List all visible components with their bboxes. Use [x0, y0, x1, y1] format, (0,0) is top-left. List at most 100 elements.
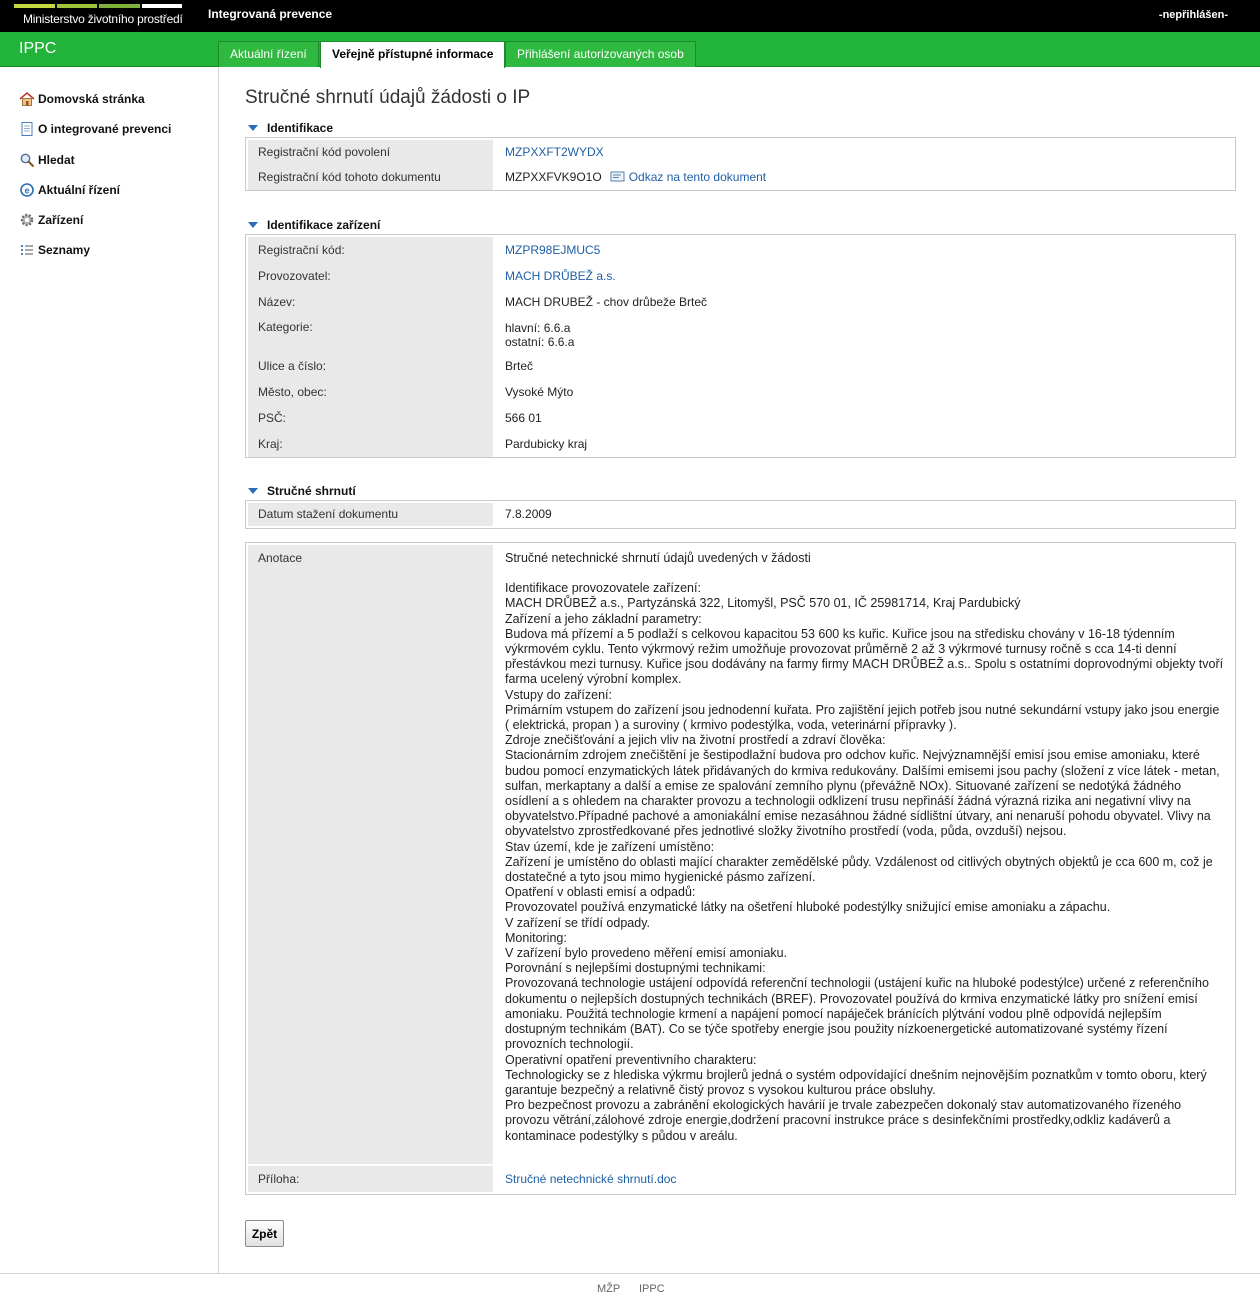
field-label: Kategorie: [248, 315, 495, 353]
annotation-line: MACH DRŮBEŽ a.s., Partyzánská 322, Litom… [505, 596, 1021, 611]
link-icon[interactable] [610, 167, 626, 182]
sidebar-item-home[interactable]: Domovská stránka [19, 89, 145, 109]
section-title: Identifikace [267, 121, 334, 135]
annotation-line: Provozovaná technologie ustájení odpovíd… [505, 976, 1209, 1052]
logo-stripes [14, 4, 182, 8]
annotation-line: Pro bezpečnost provozu a zabránění ekolo… [505, 1098, 1182, 1143]
document-icon [19, 121, 35, 137]
footer: MŽP IPPC [0, 1273, 1260, 1305]
collapse-arrow-icon [248, 125, 258, 131]
home-icon [19, 91, 35, 107]
table-row: Název: MACH DRUBEŽ - chov drůbeže Brteč [248, 289, 1233, 315]
list-icon [19, 242, 35, 258]
ministry-logo[interactable]: Ministerstvo životního prostředí [14, 0, 184, 32]
table-row: Registrační kód: MZPR98EJMUC5 [248, 237, 1233, 263]
annotation-line: Operativní opatření preventivního charak… [505, 1052, 757, 1067]
field-value: 566 01 [505, 411, 542, 425]
tab-authorized-login[interactable]: Přihlášení autorizovaných osob [505, 41, 696, 67]
field-label: Ulice a číslo: [248, 353, 495, 379]
footer-link-ippc[interactable]: IPPC [639, 1283, 665, 1295]
sidebar-item-label: Seznamy [38, 243, 91, 257]
table-row: Příloha: Stručné netechnické shrnutí.doc [248, 1164, 1233, 1192]
table-row: Kategorie: hlavní: 6.6.a ostatní: 6.6.a [248, 315, 1233, 353]
download-date-panel: Datum stažení dokumentu 7.8.2009 [245, 500, 1236, 529]
annotation-line: Opatření v oblasti emisí a odpadů: [505, 885, 696, 900]
annotation-line: V zařízení bylo provedeno měření emisí a… [505, 946, 788, 961]
sidebar-item-label: Domovská stránka [38, 92, 145, 106]
annotation-line: V zařízení se třídí odpady. [505, 915, 650, 930]
section-header-facility[interactable]: Identifikace zařízení [248, 218, 380, 232]
table-row: Anotace Stručné netechnické shrnutí údaj… [248, 545, 1233, 1164]
sidebar-item-current[interactable]: e Aktuální řízení [19, 180, 120, 200]
annotation-panel: Anotace Stručné netechnické shrnutí údaj… [245, 542, 1236, 1195]
table-row: Kraj: Pardubicky kraj [248, 431, 1233, 457]
sidebar-item-facilities[interactable]: Zařízení [19, 210, 83, 230]
operator-link[interactable]: MACH DRŮBEŽ a.s. [505, 269, 616, 283]
field-value: Pardubicky kraj [505, 437, 588, 451]
table-row: Datum stažení dokumentu 7.8.2009 [248, 503, 1233, 526]
table-row: Provozovatel: MACH DRŮBEŽ a.s. [248, 263, 1233, 289]
collapse-arrow-icon [248, 488, 258, 494]
annotation-line: Zařízení a jeho základní parametry: [505, 611, 702, 626]
annotation-table: Anotace Stručné netechnické shrnutí údaj… [248, 545, 1233, 1192]
sidebar: Domovská stránka O integrované prevenci … [0, 68, 219, 1273]
field-label: Datum stažení dokumentu [248, 503, 495, 526]
tab-public-information[interactable]: Veřejně přístupné informace [320, 41, 506, 68]
section-header-identification[interactable]: Identifikace [248, 121, 333, 135]
e-icon: e [19, 182, 35, 198]
field-value: Vysoké Mýto [505, 385, 574, 399]
sidebar-item-about[interactable]: O integrované prevenci [19, 119, 171, 139]
facility-panel: Registrační kód: MZPR98EJMUC5 Provozovat… [245, 234, 1236, 458]
page-title: Stručné shrnutí údajů žádosti o IP [245, 87, 531, 108]
annotation-line: Zařízení je umístěno do oblasti mající c… [505, 854, 1213, 885]
app-code[interactable]: IPPC [19, 40, 56, 58]
annotation-line: Stacionárním zdrojem znečištění je šesti… [505, 748, 1220, 839]
field-label: Příloha: [248, 1164, 495, 1192]
document-link[interactable]: Odkaz na tento dokument [629, 170, 766, 184]
annotation-line: Vstupy do zařízení: [505, 687, 613, 702]
identification-panel: Registrační kód povolení MZPXXFT2WYDX Re… [245, 137, 1236, 191]
field-label: Registrační kód povolení [248, 140, 495, 165]
annotation-title: Stručné netechnické shrnutí údajů uveden… [505, 551, 811, 565]
sidebar-item-lists[interactable]: Seznamy [19, 240, 90, 260]
field-label: Anotace [248, 545, 495, 1164]
sidebar-item-label: Hledat [38, 153, 75, 167]
table-row: Město, obec: Vysoké Mýto [248, 379, 1233, 405]
field-value: MACH DRUBEŽ - chov drůbeže Brteč [505, 295, 708, 309]
identification-table: Registrační kód povolení MZPXXFT2WYDX Re… [248, 140, 1233, 190]
field-label: Název: [248, 289, 495, 315]
annotation-line: Budova má přízemí a 5 podlaží s celkovou… [505, 626, 1224, 687]
ministry-name: Ministerstvo životního prostředí [23, 12, 183, 26]
annotation-line: Zdroje znečišťování a jejich vliv na živ… [505, 733, 886, 748]
field-label: Provozovatel: [248, 263, 495, 289]
back-button[interactable]: Zpět [245, 1220, 284, 1247]
annotation-line: Primárním vstupem do zařízení jsou jedno… [505, 702, 1220, 733]
footer-link-mzp[interactable]: MŽP [597, 1283, 620, 1295]
field-value: Brteč [505, 359, 534, 373]
download-date-table: Datum stažení dokumentu 7.8.2009 [248, 503, 1233, 526]
section-title: Stručné shrnutí [267, 484, 356, 498]
section-header-summary[interactable]: Stručné shrnutí [248, 484, 356, 498]
document-code: MZPXXFVK9O1O [505, 170, 602, 184]
annotation-line: Stav území, kde je zařízení umístěno: [505, 839, 715, 854]
permit-code-link[interactable]: MZPXXFT2WYDX [505, 145, 604, 159]
magnifier-icon [19, 152, 35, 168]
top-bar: Ministerstvo životního prostředí Integro… [0, 0, 1260, 32]
annotation-line: Identifikace provozovatele zařízení: [505, 581, 701, 596]
section-title: Identifikace zařízení [267, 218, 381, 232]
tab-current-proceedings[interactable]: Aktuální řízení [218, 41, 319, 67]
table-row: Registrační kód tohoto dokumentu MZPXXFV… [248, 165, 1233, 190]
annotation-line: Monitoring: [505, 930, 567, 945]
field-value: 7.8.2009 [505, 507, 552, 521]
category-other: ostatní: 6.6.a [505, 335, 575, 349]
main-nav-bar: IPPC Aktuální řízení Veřejně přístupné i… [0, 32, 1260, 68]
attachment-link[interactable]: Stručné netechnické shrnutí.doc [505, 1172, 676, 1186]
field-label: Kraj: [248, 431, 495, 457]
field-label: Registrační kód tohoto dokumentu [248, 165, 495, 190]
app-title: Integrovaná prevence [208, 7, 333, 21]
facility-code-link[interactable]: MZPR98EJMUC5 [505, 243, 600, 257]
annotation-line: Technologicky se z hlediska výkrmu brojl… [505, 1067, 1207, 1097]
sidebar-item-search[interactable]: Hledat [19, 150, 75, 170]
category-main: hlavní: 6.6.a [505, 321, 571, 335]
svg-text:e: e [24, 185, 29, 195]
